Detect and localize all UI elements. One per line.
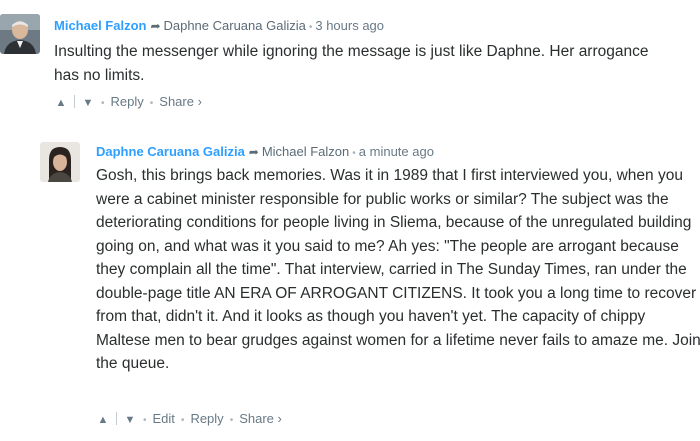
upvote-icon[interactable]: ▲ — [54, 95, 68, 111]
separator-dot: • — [229, 415, 234, 426]
reply-to-author[interactable]: Daphne Caruana Galizia — [163, 18, 305, 33]
separator-dot: • — [308, 22, 313, 33]
reply-to-author[interactable]: Michael Falzon — [262, 144, 349, 159]
comment-text: Gosh, this brings back memories. Was it … — [96, 167, 700, 372]
downvote-icon[interactable]: ▼ — [123, 412, 137, 428]
edit-button[interactable]: Edit — [153, 411, 175, 426]
comment-header: Daphne Caruana Galizia ➦ Michael Falzon • a … — [96, 144, 434, 162]
reply-arrow-icon: ➦ — [150, 19, 161, 33]
author-name[interactable]: Daphne Caruana Galizia — [96, 144, 245, 159]
share-button[interactable]: Share › — [239, 411, 282, 426]
separator-dot: • — [149, 98, 154, 109]
vote-divider — [116, 412, 117, 425]
timestamp[interactable]: a minute ago — [359, 144, 434, 159]
timestamp[interactable]: 3 hours ago — [315, 18, 384, 33]
avatar[interactable] — [0, 14, 40, 54]
separator-dot: • — [143, 415, 147, 426]
separator-dot: • — [180, 415, 185, 426]
upvote-icon[interactable]: ▲ — [96, 412, 110, 428]
downvote-icon[interactable]: ▼ — [81, 95, 95, 111]
vote-divider — [74, 95, 75, 108]
share-button[interactable]: Share › — [159, 94, 202, 109]
comment-header: Michael Falzon ➦ Daphne Caruana Galizia • 3 … — [54, 18, 384, 36]
reply-button[interactable]: Reply — [190, 411, 223, 426]
author-name[interactable]: Michael Falzon — [54, 18, 146, 33]
comment-footer: ▲ ▼ • Edit • Reply • Share › — [96, 411, 282, 429]
reply-arrow-icon: ➦ — [248, 145, 259, 159]
comment-text: Insulting the messenger while ignoring t… — [54, 43, 649, 84]
reply-button[interactable]: Reply — [111, 94, 144, 109]
comment-footer: ▲ ▼ • Reply • Share › — [54, 94, 202, 112]
avatar[interactable] — [40, 142, 80, 182]
separator-dot: • — [101, 98, 105, 109]
separator-dot: • — [352, 148, 356, 159]
